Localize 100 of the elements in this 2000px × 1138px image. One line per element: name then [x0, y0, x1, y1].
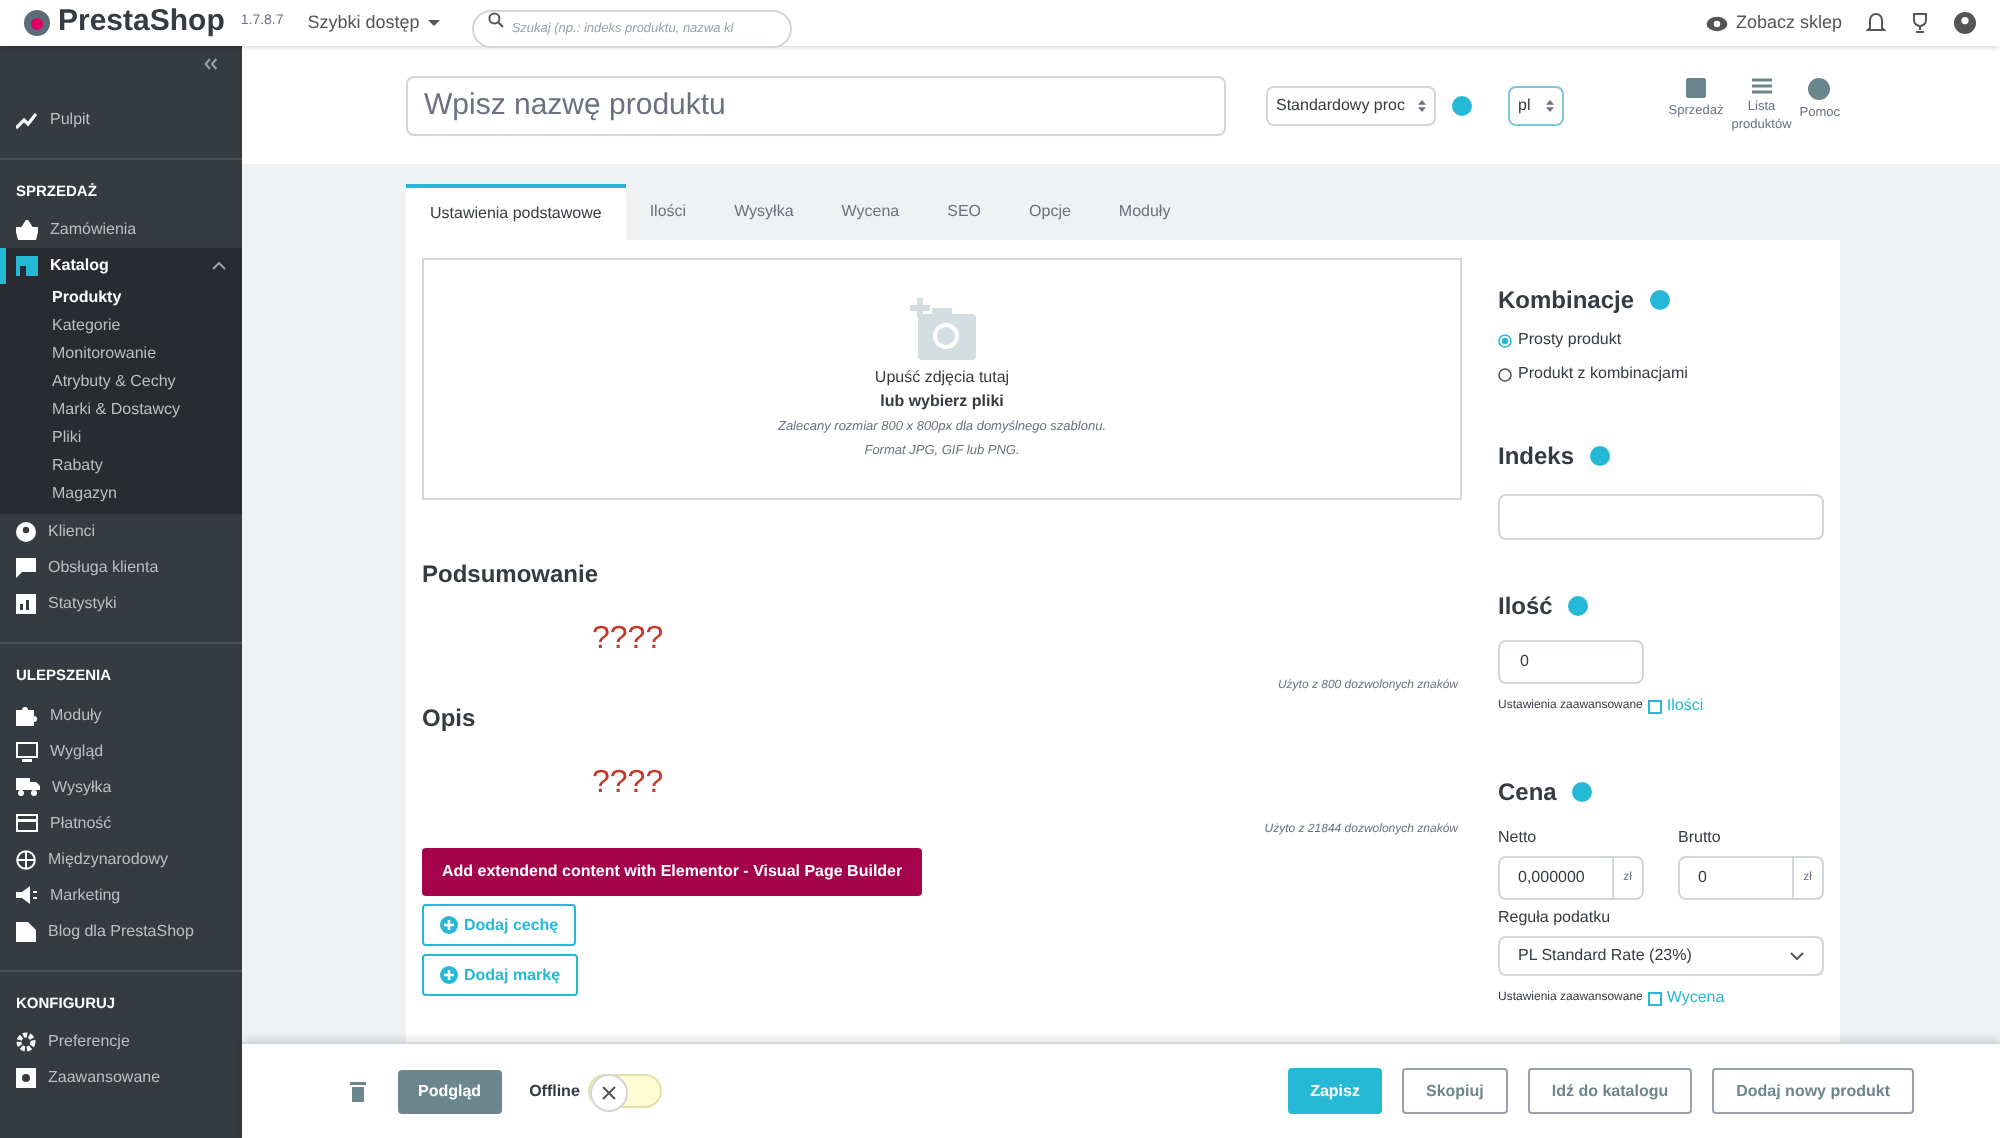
item-label: Zaawansowane	[48, 1065, 161, 1090]
submenu-item[interactable]: Pliki	[0, 424, 242, 453]
view-shop-link[interactable]: Zobacz sklep	[1705, 9, 1842, 37]
product-name-field[interactable]: Wpisz nazwę produktu	[406, 75, 1226, 135]
editor-content[interactable]: ????	[422, 592, 1462, 678]
bell-icon[interactable]	[1866, 12, 1886, 34]
language-select[interactable]: pl	[1508, 85, 1564, 125]
item-label: Statystyki	[48, 592, 117, 617]
logo-text: PrestaShop	[58, 2, 225, 43]
sidebar-item[interactable]: Zaawansowane	[0, 1059, 242, 1096]
sidebar-item[interactable]: Statystyki	[0, 586, 242, 623]
sidebar-item[interactable]: Moduły	[0, 697, 242, 733]
footer-button[interactable]: Dodaj nowy produkt	[1712, 1068, 1914, 1114]
sidebar-item[interactable]: Zamówienia	[0, 212, 242, 249]
section-title: Opis	[422, 702, 478, 736]
sidebar-item[interactable]: Wysyłka	[0, 769, 242, 805]
submenu-item[interactable]: Magazyn	[0, 480, 242, 509]
item-label: Obsługa klienta	[48, 556, 159, 581]
footer-button[interactable]: Idź do katalogu	[1527, 1068, 1693, 1114]
elementor-button[interactable]: Add extendend content with Elementor - Visual Page Builder	[422, 848, 923, 896]
sidebar-item[interactable]: Klienci	[0, 514, 242, 551]
item-label: Międzynarodowy	[48, 847, 169, 871]
submenu-item[interactable]: Atrybuty & Cechy	[0, 368, 242, 397]
radio-button[interactable]	[1498, 333, 1512, 347]
tax-rule-select[interactable]: PL Standard Rate (23%)	[1498, 936, 1824, 976]
trash-icon[interactable]	[350, 1081, 366, 1101]
tab[interactable]: Moduły	[1094, 184, 1195, 240]
plus-icon	[440, 916, 458, 934]
tab[interactable]: Opcje	[1005, 184, 1095, 240]
item-label: Katalog	[50, 254, 109, 279]
sidebar-item[interactable]: Obsługa klienta	[0, 550, 242, 587]
sidebar-item[interactable]: Płatność	[0, 805, 242, 841]
sort-icon	[1546, 99, 1554, 111]
eye-icon	[1705, 15, 1728, 31]
item-label: Zamówienia	[50, 218, 137, 243]
section-title: Indeks	[1498, 440, 1575, 474]
close-icon	[601, 1086, 616, 1100]
online-toggle[interactable]	[587, 1074, 662, 1108]
caret-icon	[427, 20, 440, 26]
tab[interactable]: Ilości	[625, 184, 711, 240]
section-title: Podsumowanie	[422, 558, 601, 592]
truck-icon	[16, 778, 40, 796]
puzzle-icon	[16, 705, 38, 725]
item-label: Wysyłka	[52, 775, 112, 799]
chevron-up-icon[interactable]	[212, 262, 226, 271]
add-photo-icon	[908, 297, 976, 360]
logo-icon	[24, 10, 50, 36]
radio-option[interactable]: Produkt z kombinacjami	[1498, 362, 1824, 386]
sidebar-item[interactable]: Wygląd	[0, 733, 242, 769]
radio-button[interactable]	[1498, 367, 1512, 381]
collapse-icon[interactable]	[204, 58, 218, 70]
card-icon	[16, 814, 38, 832]
choose-files-link[interactable]: lub wybierz pliki	[880, 389, 1004, 414]
sidebar-item[interactable]: Pulpit	[0, 102, 242, 138]
sidebar-item[interactable]: Międzynarodowy	[0, 841, 242, 877]
tab[interactable]: Wysyłka	[710, 184, 818, 240]
reference-field[interactable]	[1498, 494, 1824, 540]
status-label: Offline	[529, 1079, 580, 1103]
item-label: Płatność	[50, 811, 112, 835]
preview-button[interactable]: Podgląd	[398, 1069, 502, 1113]
user-icon	[16, 522, 36, 543]
store-icon	[16, 256, 38, 277]
editor-content[interactable]: ????	[422, 736, 1462, 822]
item-label: Moduły	[50, 703, 102, 727]
item-label: Marketing	[50, 883, 121, 907]
document-icon	[16, 921, 36, 941]
monitor-icon	[16, 741, 38, 761]
sidebar-item[interactable]: Marketing	[0, 877, 242, 913]
list-icon	[1751, 77, 1772, 93]
trophy-icon[interactable]	[1910, 12, 1930, 34]
search-icon	[487, 11, 504, 27]
globe-icon	[16, 849, 36, 869]
item-label: Wygląd	[50, 739, 104, 763]
quantity-field[interactable]: 0	[1498, 640, 1644, 684]
sidebar-item[interactable]: Preferencje	[0, 1023, 242, 1060]
sidebar-item[interactable]: Blog dla PrestaShop	[0, 913, 242, 949]
item-label: Preferencje	[48, 1029, 130, 1054]
submenu-item[interactable]: Produkty	[0, 284, 242, 313]
section-title: Kombinacje	[1498, 284, 1635, 318]
external-link-icon	[1648, 699, 1663, 713]
radio-option[interactable]: Prosty produkt	[1498, 328, 1824, 352]
submenu-item[interactable]: Kategorie	[0, 312, 242, 341]
field-label: Netto	[1498, 826, 1539, 850]
trend-icon	[16, 111, 38, 129]
drop-text: Upuść zdjęcia tutaj	[874, 365, 1010, 390]
basket-icon	[16, 220, 38, 241]
section-title: Ilość	[1498, 590, 1553, 624]
submenu-item[interactable]: Monitorowanie	[0, 340, 242, 369]
tab[interactable]: Ustawienia podstawowe	[406, 184, 626, 240]
sort-icon	[1418, 99, 1426, 111]
tab[interactable]: SEO	[923, 184, 1006, 240]
item-label: Blog dla PrestaShop	[48, 919, 194, 943]
product-type-select[interactable]: Standardowy proc	[1266, 85, 1436, 125]
tab[interactable]: Wycena	[817, 184, 924, 240]
external-link-icon	[1648, 991, 1663, 1005]
quick-access-menu[interactable]: Szybki dostęp	[307, 9, 440, 37]
footer-button[interactable]: Skopiuj	[1401, 1068, 1508, 1114]
submenu-item[interactable]: Marki & Dostawcy	[0, 396, 242, 425]
submenu-item[interactable]: Rabaty	[0, 452, 242, 481]
account-icon[interactable]	[1954, 12, 1976, 34]
